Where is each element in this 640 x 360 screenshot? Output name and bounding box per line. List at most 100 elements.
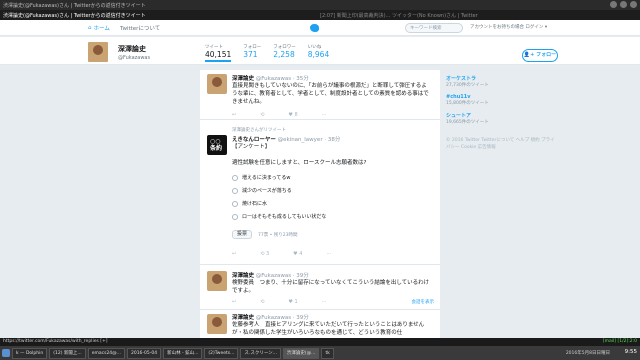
taskbar-date: 2016年5月8日日曜日 [565, 351, 610, 356]
taskbar: k — Dolphin (12) 新聞上... emacs24@... 2016… [0, 346, 640, 360]
tweet-avatar[interactable]: ○○ 条約 [207, 135, 227, 155]
more-icon[interactable]: ··· [322, 112, 327, 118]
tweet[interactable]: 深澤論史 @Fukazawas · 39分 佐藤参考人 直接ヒアリングに来ていた… [200, 310, 440, 340]
trend-name: オーケストラ [446, 76, 477, 82]
tweet[interactable]: 深澤論史 @Fukazawas · 39分 検野委員 つまり、十分に留存になって… [200, 267, 440, 310]
taskbar-task[interactable]: k — Dolphin [12, 347, 48, 359]
status-url: https://twitter.com/Fukazawas/with_repli… [3, 339, 108, 344]
tweet-header: えきなんローヤー @ekinan_lawyer · 38分 [232, 135, 340, 143]
tweet-avatar[interactable] [207, 271, 227, 291]
taskbar-task[interactable]: tk [321, 347, 334, 359]
radio-icon[interactable] [232, 187, 238, 194]
stat-tweets[interactable]: ツイート 40,151 [205, 44, 232, 62]
profile-stats: ツイート 40,151 フォロー 371 フォロワー 2,258 いいね 8,9… [205, 44, 329, 62]
poll-option[interactable]: 減少のペースが落ちる [232, 187, 292, 194]
poll-option[interactable]: ローはそもそも成るしてもいい状だな [232, 213, 326, 220]
taskbar-task[interactable]: ス.スクリーン... [240, 347, 281, 359]
vote-meta: 77票 • 残り23時間 [258, 233, 298, 238]
tweet-actions: ↩ ⟲ ♥ 1 ··· [232, 299, 326, 305]
window-title-left: 渋澤論史(@Fukazawas)さん | Twitterからの返信付きツイート [3, 3, 146, 9]
vote-button[interactable]: 投票 [232, 230, 252, 239]
more-icon[interactable]: ··· [326, 251, 331, 257]
tweet-text: 【アンケート】 適性試験を任意にしますと、ロースクール志願者数は? [232, 144, 367, 166]
tweet-header: 深澤論史 @Fukazawas · 39分 [232, 313, 309, 321]
tweet[interactable]: 深澤論史 @Fukazawas · 35分 直接見聞きもしていないのに、「お前ら… [200, 70, 440, 120]
poll-option[interactable]: 増えるに決まってるw [232, 174, 291, 181]
nav-home-label: ホーム [93, 26, 110, 32]
taskbar-task[interactable]: (2)Tweets... [204, 347, 239, 359]
twitter-bird-icon[interactable] [310, 24, 319, 32]
profile-handle: @Fukazawas [118, 55, 151, 61]
like-icon[interactable]: ♥ 8 [288, 112, 297, 118]
search-input[interactable]: キーワード検索 [405, 23, 463, 33]
radio-icon[interactable] [232, 200, 238, 207]
reply-icon[interactable]: ↩ [232, 112, 236, 118]
tab-inactive[interactable]: [2:07] 新聞上印(最高裁判決)... ツイッター(No Known)さん … [320, 12, 478, 19]
radio-icon[interactable] [232, 174, 238, 181]
follow-button[interactable]: 👤+ フォロー [522, 49, 558, 62]
stat-value: 40,151 [205, 50, 232, 59]
poll-option[interactable]: 焼け石に水 [232, 200, 267, 207]
profile-avatar[interactable] [86, 40, 110, 64]
profile-name[interactable]: 深澤論史 [118, 44, 146, 54]
show-conversation-link[interactable]: 会話を表示 [412, 299, 435, 305]
trend-item[interactable]: #chu11v 15,800件のツイート [446, 94, 556, 106]
stat-following[interactable]: フォロー 371 [243, 44, 261, 62]
tweet-text: 佐藤参考人 直接ヒアリングに来ていただいて行ったということはありませんが・私の関… [232, 322, 425, 336]
window-controls[interactable] [610, 1, 637, 8]
tweet[interactable]: 深澤論史さんがリツイート ○○ 条約 えきなんローヤー @ekinan_lawye… [200, 125, 440, 265]
nav-about-link[interactable]: Twitterについて [120, 24, 160, 32]
lawyer-avatar-icon: ○○ 条約 [210, 138, 223, 152]
window-titlebar: 渋澤論史(@Fukazawas)さん | Twitterからの返信付きツイート [0, 0, 640, 10]
close-icon[interactable] [630, 1, 637, 8]
tweet-avatar[interactable] [207, 314, 227, 334]
tab-active[interactable]: 渋澤論史(@Fukazawas)さん | Twitterからの返信付きツイート [3, 12, 146, 19]
status-right: [mail] [1/2]:2:0 [602, 339, 637, 344]
retweet-icon[interactable]: ⟲ 3 [260, 251, 269, 257]
like-icon[interactable]: ♥ 1 [288, 299, 297, 305]
taskbar-task[interactable]: 新山林 - 鉱山... [163, 347, 203, 359]
tweet-text: 直接見聞きもしていないのに、「お前らが議事の根源だ」と断罪して弾圧するような輩に… [232, 83, 429, 105]
minimize-icon[interactable] [610, 1, 617, 8]
poll-option-label: 減少のペースが落ちる [242, 188, 292, 194]
taskbar-task[interactable]: (12) 新聞上... [49, 347, 86, 359]
stat-value: 371 [243, 50, 258, 59]
taskbar-task[interactable]: emacs24@... [87, 347, 125, 359]
login-link[interactable]: アカウントをお持ちの場合 ログイン ▾ [470, 24, 547, 30]
trend-item[interactable]: オーケストラ 27,730件のツイート [446, 75, 556, 88]
follow-icon: 👤+ [523, 52, 537, 58]
retweet-icon[interactable]: ⟲ [260, 112, 264, 118]
trend-item[interactable]: シュートア 19,665件のツイート [446, 112, 556, 125]
reply-icon[interactable]: ↩ [232, 299, 236, 305]
poll-option-label: ローはそもそも成るしてもいい状だな [242, 214, 327, 220]
poll-option-label: 増えるに決まってるw [242, 175, 291, 181]
tweet-actions: ↩ ⟲ ♥ 8 ··· [232, 112, 326, 118]
taskbar-clock[interactable]: 9:55 [625, 349, 637, 355]
status-bar: https://twitter.com/Fukazawas/with_repli… [0, 338, 640, 346]
trend-count: 15,800件のツイート [446, 101, 489, 106]
footer-links[interactable]: © 2016 Twitter Twitterについて ヘルプ 規約 プライバシー… [446, 137, 556, 151]
stat-value: 8,964 [307, 50, 330, 59]
timeline: 深澤論史 @Fukazawas · 35分 直接見聞きもしていないのに、「お前ら… [200, 70, 440, 340]
stat-followers[interactable]: フォロワー 2,258 [273, 44, 296, 62]
reply-icon[interactable]: ↩ [232, 251, 236, 257]
nav-home-link[interactable]: ⌂ ホーム [88, 24, 110, 32]
twitter-navbar: ⌂ ホーム Twitterについて キーワード検索 アカウントをお持ちの場合 ロ… [0, 20, 640, 36]
tweet-header: 深澤論史 @Fukazawas · 35分 [232, 74, 309, 82]
taskbar-task[interactable]: 2016-05-04 [126, 347, 162, 359]
stat-likes[interactable]: いいね 8,964 [308, 44, 329, 62]
tweet-header: 深澤論史 @Fukazawas · 39分 [232, 271, 309, 279]
trend-count: 19,665件のツイート [446, 120, 489, 125]
taskbar-task-active[interactable]: 渋澤論史(@... [282, 347, 320, 359]
follow-label: フォロー [536, 52, 557, 58]
tweet-avatar[interactable] [207, 74, 227, 94]
retweet-note: 深澤論史さんがリツイート [232, 128, 286, 133]
tweet-text: 検野委員 つまり、十分に留存になっていなくてこういう結論を出しているわけですよ。 [232, 280, 430, 294]
like-icon[interactable]: ♥ 4 [293, 251, 302, 257]
radio-icon[interactable] [232, 213, 238, 220]
trend-name: シュートア [446, 113, 472, 119]
retweet-icon[interactable]: ⟲ [260, 299, 264, 305]
maximize-icon[interactable] [620, 1, 627, 8]
more-icon[interactable]: ··· [322, 299, 327, 305]
start-menu-icon[interactable] [2, 349, 10, 357]
